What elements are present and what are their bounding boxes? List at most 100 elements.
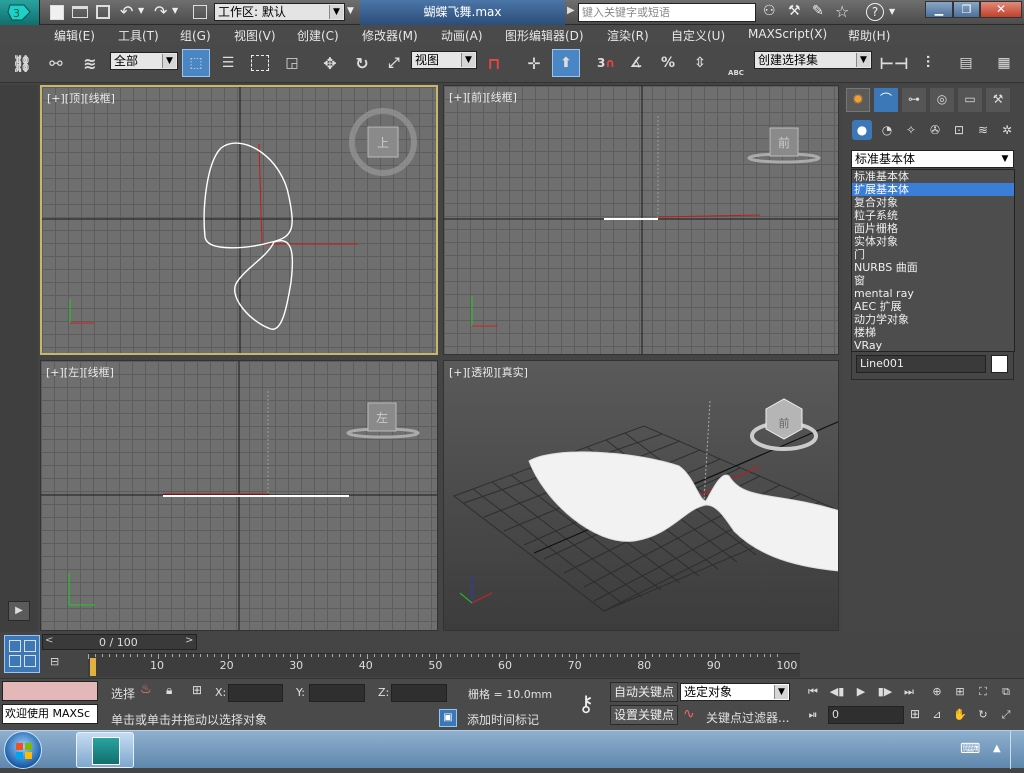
pan-icon[interactable]: ✋ [951, 707, 969, 723]
orbit-icon[interactable]: ↻ [974, 707, 992, 723]
time-slider[interactable]: < 0 / 100 > [42, 634, 197, 650]
display-tab[interactable]: ▭ [958, 88, 982, 112]
select-and-link-icon[interactable]: ⛓ [8, 49, 36, 77]
viewcube-front-label[interactable]: 前 [778, 135, 790, 150]
set-key-button[interactable]: 设置关键点 [610, 705, 678, 725]
field-of-view-icon[interactable]: ⊿ [928, 707, 946, 723]
object-category-option[interactable]: VRay [852, 339, 1014, 352]
create-tab[interactable]: ✹ [846, 88, 870, 112]
viewport-layout-button[interactable] [4, 635, 40, 673]
hierarchy-tab[interactable]: ⊶ [902, 88, 926, 112]
open-file-icon[interactable] [72, 6, 88, 18]
keyboard-tray-icon[interactable]: ⌨ [960, 741, 980, 757]
viewport-left[interactable]: [+][左][线框] 左 [40, 360, 438, 631]
object-category-option[interactable]: 楼梯 [852, 326, 1014, 339]
save-file-icon[interactable] [96, 5, 110, 19]
menu-edit[interactable]: 编辑(E) [54, 27, 95, 44]
search-input[interactable]: 键入关键字或短语 [578, 3, 756, 22]
select-and-move-icon[interactable]: ✥ [316, 49, 344, 77]
viewcube-left-label[interactable]: 左 [376, 410, 388, 425]
object-category-option[interactable]: AEC 扩展 [852, 300, 1014, 313]
rectangular-selection-icon[interactable] [246, 49, 274, 77]
selection-lock-icon[interactable]: 🔒︎ [166, 683, 172, 698]
prev-frame-icon[interactable]: ◀▮ [828, 684, 846, 700]
time-slider-next-icon[interactable]: > [185, 635, 193, 646]
shapes-category-icon[interactable]: ◔ [877, 120, 897, 140]
z-coordinate-input[interactable] [391, 684, 447, 702]
geometry-category-icon[interactable]: ● [852, 120, 872, 140]
object-category-option[interactable]: 实体对象 [852, 235, 1014, 248]
play-icon[interactable]: ▶ [852, 684, 870, 700]
object-category-option[interactable]: 动力学对象 [852, 313, 1014, 326]
time-config-icon[interactable]: ⊞ [910, 707, 920, 721]
subscription-icon[interactable]: ⚒ [788, 3, 801, 19]
zoom-all-icon[interactable]: ⊞ [951, 684, 969, 700]
project-folder-icon[interactable] [193, 5, 207, 19]
new-file-icon[interactable] [50, 5, 64, 20]
object-category-dropdown[interactable]: 标准基本体 ▼ [851, 150, 1014, 168]
spacewarps-category-icon[interactable]: ≋ [973, 120, 993, 140]
key-mode-dropdown[interactable]: 选定对象 ▼ [680, 683, 790, 701]
menu-create[interactable]: 创建(C) [297, 27, 339, 44]
go-to-start-icon[interactable]: ⏮ [804, 684, 822, 700]
maximize-viewport-icon[interactable]: ⤢ [997, 707, 1015, 723]
absolute-mode-icon[interactable]: ⊞ [192, 683, 202, 697]
menu-modifiers[interactable]: 修改器(M) [362, 27, 418, 44]
percent-snap-icon[interactable]: % [654, 49, 682, 77]
reference-coord-dropdown[interactable]: 视图 ▼ [411, 51, 477, 69]
set-key-big-icon[interactable]: ⚷ [566, 687, 606, 723]
menu-tools[interactable]: 工具(T) [118, 27, 159, 44]
zoom-icon[interactable]: ⊕ [928, 684, 946, 700]
workspace-dropdown[interactable]: 工作区: 默认 ▼ [214, 3, 345, 21]
angle-snap-icon[interactable]: ∡ [622, 49, 650, 77]
object-category-option[interactable]: 扩展基本体 [852, 183, 1014, 196]
add-time-tag-label[interactable]: 添加时间标记 [467, 711, 539, 728]
x-coordinate-input[interactable] [228, 684, 283, 702]
help-dropdown-icon[interactable]: ▼ [889, 7, 895, 16]
viewport-perspective[interactable]: [+][透视][真实] 前 [443, 360, 839, 631]
add-time-tag-icon[interactable]: ▣ [439, 709, 457, 727]
quick-access-dropdown-icon[interactable]: ▼ [347, 6, 354, 16]
unlink-icon[interactable]: ⚯ [42, 49, 70, 77]
auto-key-button[interactable]: 自动关键点 [610, 682, 678, 702]
viewcube-persp-label[interactable]: 前 [779, 416, 790, 430]
menu-group[interactable]: 组(G) [180, 27, 211, 44]
zoom-extents-all-icon[interactable]: ⧉ [997, 684, 1015, 700]
close-button[interactable]: ✕ [980, 1, 1022, 18]
key-mode-toggle-icon[interactable]: ⏯ [804, 707, 822, 723]
undo-icon[interactable]: ↶ [120, 2, 133, 21]
current-frame-marker[interactable] [90, 658, 96, 676]
object-category-option[interactable]: 门 [852, 248, 1014, 261]
keyboard-shortcut-override-icon[interactable]: ⬆ [552, 49, 580, 77]
start-button[interactable] [4, 731, 42, 769]
go-to-end-icon[interactable]: ⏭ [900, 684, 918, 700]
object-category-option[interactable]: 粒子系统 [852, 209, 1014, 222]
mirror-icon[interactable]: ⊢⊣ [879, 49, 908, 77]
track-bar[interactable]: 10 20 30 40 50 60 70 80 90 100 [88, 653, 800, 677]
bind-space-warp-icon[interactable]: ≋ [76, 49, 104, 77]
modify-tab[interactable]: ⌒ [874, 88, 898, 112]
object-category-option[interactable]: 窗 [852, 274, 1014, 287]
select-and-manipulate-icon[interactable]: ✛ [520, 49, 548, 77]
spinner-snap-icon[interactable]: ⇳ [686, 49, 714, 77]
object-category-option[interactable]: 面片栅格 [852, 222, 1014, 235]
help-icon[interactable]: ? [866, 3, 884, 21]
undo-dropdown-icon[interactable]: ▼ [138, 6, 144, 15]
select-and-scale-icon[interactable]: ⤢ [380, 49, 408, 77]
next-frame-icon[interactable]: ▮▶ [876, 684, 894, 700]
menu-help[interactable]: 帮助(H) [848, 27, 890, 44]
selection-filter-dropdown[interactable]: 全部 ▼ [110, 52, 178, 70]
object-category-option[interactable]: NURBS 曲面 [852, 261, 1014, 274]
object-category-option[interactable]: 复合对象 [852, 196, 1014, 209]
viewport-top[interactable]: [+][顶][线框] 上 [40, 85, 438, 355]
motion-tab[interactable]: ◎ [930, 88, 954, 112]
expand-panel-button[interactable]: ▶ [8, 601, 30, 621]
current-frame-input[interactable]: 0 [828, 706, 904, 724]
mini-curve-editor-icon[interactable]: ⊟ [50, 655, 70, 671]
window-crossing-icon[interactable]: ◲ [278, 49, 306, 77]
viewport-front[interactable]: [+][前][线框] 前 [443, 85, 839, 355]
maxscript-listener-mini[interactable] [2, 681, 98, 701]
binoculars-icon[interactable]: ⚇ [763, 3, 776, 19]
taskbar-3dsmax-button[interactable] [76, 732, 134, 768]
graphite-tools-icon[interactable]: ▦ [990, 49, 1018, 77]
